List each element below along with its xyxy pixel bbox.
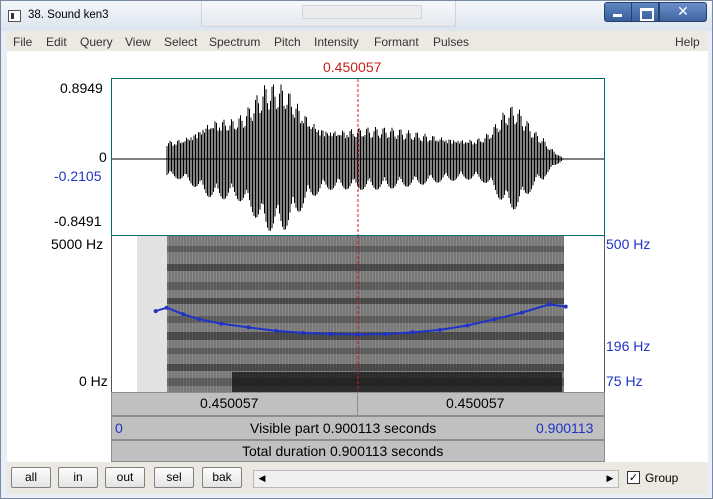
pitch-top-label: 500 Hz: [606, 236, 651, 252]
pitch-point: [274, 328, 278, 333]
zoom-in-button[interactable]: in: [58, 467, 98, 488]
visible-part-label: Visible part 0.900113 seconds: [250, 420, 437, 436]
waveform-signal: [166, 84, 564, 231]
pitch-bottom-label: 75 Hz: [606, 373, 643, 389]
spectrogram-low-energy: [232, 372, 562, 392]
waveform-panel[interactable]: [111, 78, 605, 236]
menu-bar: File Edit Query View Select Spectrum Pit…: [7, 31, 708, 51]
close-button[interactable]: ✕: [659, 2, 707, 22]
menu-formant[interactable]: Formant: [374, 35, 419, 49]
menu-pulses[interactable]: Pulses: [433, 35, 469, 49]
waveform-plot: [112, 79, 604, 235]
time-bar-left[interactable]: 0.450057: [112, 393, 358, 415]
scroll-right-icon[interactable]: ▶: [602, 471, 618, 487]
spectrogram-image: [137, 236, 564, 392]
cursor-time-label: 0.450057: [323, 59, 382, 75]
pitch-point: [153, 309, 158, 314]
pitch-point: [519, 310, 524, 315]
visible-start-label: 0: [115, 420, 123, 436]
menu-file[interactable]: File: [13, 35, 32, 49]
app-icon: [8, 10, 21, 22]
pitch-point: [197, 317, 202, 322]
group-checkbox[interactable]: ✓: [627, 471, 640, 484]
background-window: [201, 1, 456, 27]
spectrogram-bottom-freq-label: 0 Hz: [79, 373, 108, 389]
pitch-point: [465, 323, 470, 328]
horizontal-scrollbar[interactable]: ◀ ▶: [253, 470, 619, 488]
title-bar[interactable]: 38. Sound ken3 ✕: [1, 1, 712, 31]
time-bar-left-label: 0.450057: [200, 395, 259, 411]
pitch-point: [181, 312, 186, 317]
menu-pitch[interactable]: Pitch: [274, 35, 301, 49]
pitch-point: [383, 332, 388, 336]
praat-window: 38. Sound ken3 ✕ File Edit Query View Se…: [0, 0, 713, 499]
menu-help[interactable]: Help: [675, 35, 700, 49]
waveform-max-label: 0.8949: [60, 80, 103, 96]
waveform-min-label: -0.8491: [54, 213, 102, 229]
spectrogram-panel[interactable]: [111, 236, 605, 392]
pitch-point: [438, 327, 442, 332]
menu-spectrum[interactable]: Spectrum: [209, 35, 260, 49]
pitch-point: [356, 332, 360, 337]
menu-select[interactable]: Select: [164, 35, 197, 49]
spectrogram-haze: [137, 236, 167, 392]
spectrogram-top-freq-label: 5000 Hz: [51, 236, 104, 252]
pitch-point: [492, 317, 497, 322]
time-bar-right[interactable]: 0.450057: [358, 393, 604, 415]
waveform-zero-label: 0: [99, 149, 107, 165]
pitch-point: [328, 332, 333, 336]
pitch-point: [410, 330, 415, 335]
scroll-left-icon[interactable]: ◀: [254, 471, 270, 487]
menu-edit[interactable]: Edit: [46, 35, 67, 49]
zoom-out-button[interactable]: out: [105, 467, 145, 488]
total-duration-label: Total duration 0.900113 seconds: [242, 443, 444, 459]
checkmark-icon: ✓: [628, 471, 639, 484]
editor-client-area: File Edit Query View Select Spectrum Pit…: [7, 31, 708, 494]
minimize-button[interactable]: [604, 2, 631, 22]
background-window-field: [302, 5, 422, 19]
time-bar-right-label: 0.450057: [446, 395, 505, 411]
total-duration-bar[interactable]: Total duration 0.900113 seconds: [111, 440, 605, 462]
bottom-toolbar: all in out sel bak ◀ ▶ ✓ Group: [7, 462, 708, 494]
zoom-selection-button[interactable]: sel: [154, 467, 194, 488]
spectrogram-plot: [137, 236, 568, 392]
pitch-point: [219, 321, 224, 326]
pitch-point: [547, 302, 552, 307]
waveform-trace: [166, 84, 564, 231]
pitch-point: [563, 304, 568, 309]
menu-intensity[interactable]: Intensity: [314, 35, 359, 49]
group-label: Group: [645, 471, 679, 485]
zoom-all-button[interactable]: all: [11, 467, 51, 488]
time-bar[interactable]: 0.450057 0.450057: [111, 392, 605, 416]
zoom-back-button[interactable]: bak: [202, 467, 242, 488]
close-icon: ✕: [677, 4, 689, 20]
pitch-point: [301, 330, 306, 335]
visible-part-bar[interactable]: 0 Visible part 0.900113 seconds 0.900113: [111, 416, 605, 440]
window-title: 38. Sound ken3: [28, 9, 109, 21]
waveform-cursor-value-label: -0.2105: [54, 168, 102, 184]
visible-end-label: 0.900113: [536, 420, 594, 436]
maximize-button[interactable]: [631, 2, 659, 22]
menu-query[interactable]: Query: [80, 35, 113, 49]
pitch-point: [246, 325, 251, 330]
pitch-mid-label: 196 Hz: [606, 338, 651, 354]
pitch-point: [164, 305, 169, 310]
menu-view[interactable]: View: [125, 35, 151, 49]
